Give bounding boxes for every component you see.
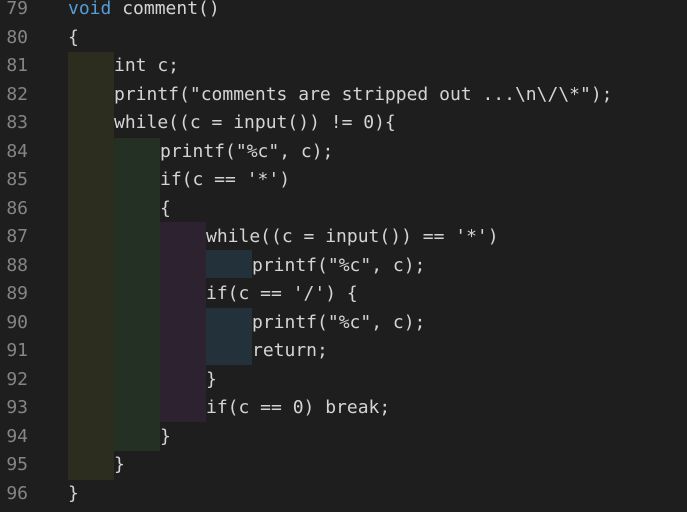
- indent-guide-level-2: [114, 138, 160, 451]
- code-line[interactable]: printf("%c", c);: [252, 309, 425, 338]
- line-number: 90: [6, 311, 28, 333]
- indent-guide-level-3: [160, 222, 206, 422]
- indent-guide-level-4a: [206, 250, 252, 278]
- code-line[interactable]: return;: [252, 337, 328, 366]
- line-number: 82: [6, 83, 28, 105]
- code-line[interactable]: if(c == '*'): [160, 166, 290, 195]
- line-number: 88: [6, 254, 28, 276]
- code-line[interactable]: }: [160, 423, 171, 452]
- line-number: 92: [6, 368, 28, 390]
- code-line[interactable]: while((c = input()) == '*'): [206, 223, 499, 252]
- code-line[interactable]: }: [206, 366, 217, 395]
- code-line[interactable]: void comment(): [68, 0, 220, 24]
- code-line[interactable]: printf("comments are stripped out ...\n\…: [114, 81, 613, 110]
- code-line[interactable]: while((c = input()) != 0){: [114, 109, 396, 138]
- code-line[interactable]: if(c == '/') {: [206, 280, 358, 309]
- line-number: 89: [6, 283, 28, 304]
- indent-guide-level-1: [68, 52, 114, 480]
- code-line[interactable]: printf("%c", c);: [252, 252, 425, 281]
- code-line[interactable]: {: [160, 195, 171, 224]
- line-number: 79: [6, 0, 28, 19]
- line-number: 87: [6, 226, 28, 247]
- line-number: 81: [6, 55, 28, 76]
- indent-guide-level-4b: [206, 308, 252, 365]
- code-line[interactable]: printf("%c", c);: [160, 138, 333, 167]
- code-line[interactable]: int c;: [114, 52, 179, 81]
- line-number: 80: [6, 26, 28, 48]
- line-number: 91: [6, 340, 28, 361]
- code-line[interactable]: {: [68, 24, 79, 53]
- line-number: 95: [6, 454, 28, 475]
- line-number: 85: [6, 169, 28, 190]
- line-number: 86: [6, 197, 28, 219]
- line-number: 96: [6, 482, 28, 504]
- code-editor[interactable]: 79 void comment() 80 {81 int c; 82 printf("com…: [0, 0, 687, 512]
- code-line[interactable]: if(c == 0) break;: [206, 394, 390, 423]
- line-number: 84: [6, 140, 28, 162]
- code-line[interactable]: }: [114, 451, 125, 480]
- line-number: 93: [6, 397, 28, 418]
- line-number: 94: [6, 425, 28, 447]
- line-number: 83: [6, 112, 28, 133]
- code-line[interactable]: }: [68, 480, 79, 509]
